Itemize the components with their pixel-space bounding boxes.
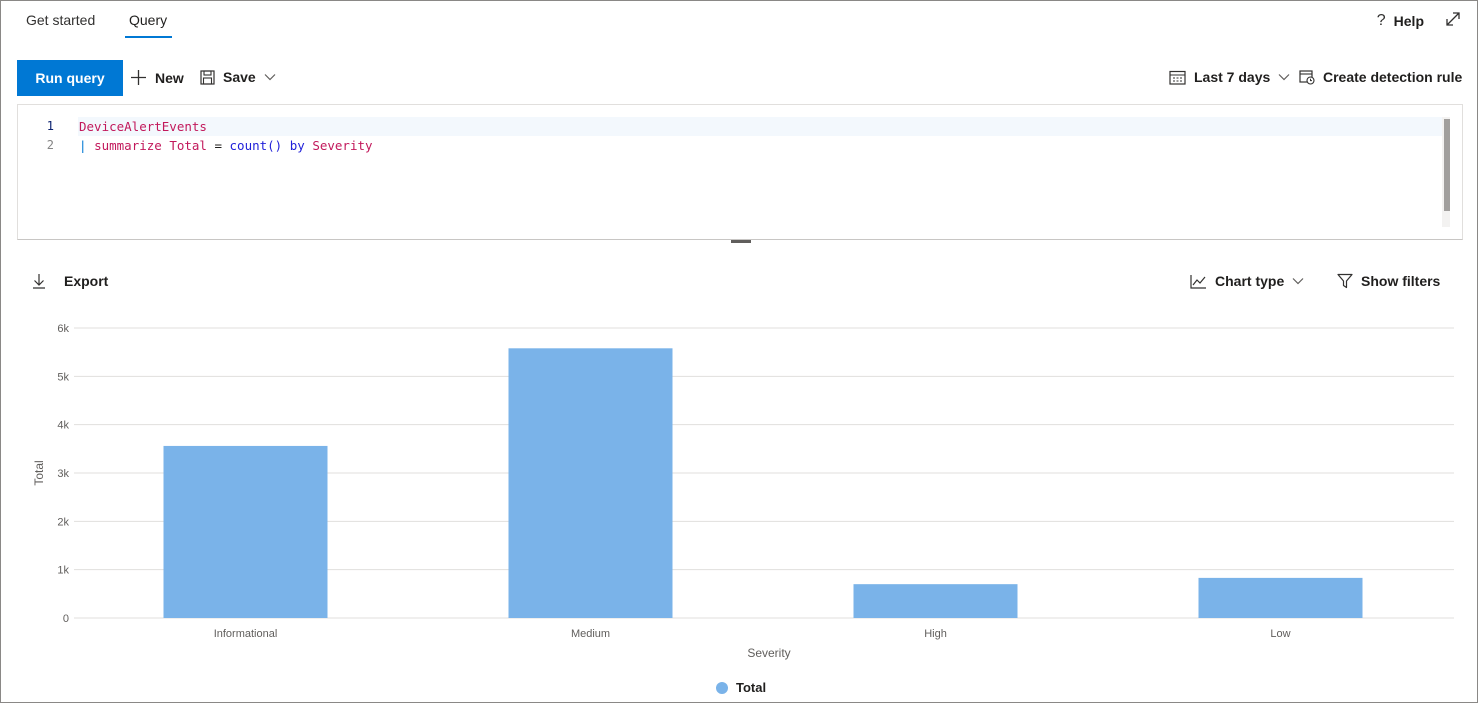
legend-label: Total: [736, 680, 767, 695]
y-tick-label: 0: [63, 613, 69, 625]
tab-get-started[interactable]: Get started: [26, 12, 95, 28]
run-query-button[interactable]: Run query: [17, 60, 123, 96]
chevron-down-icon: [264, 74, 276, 81]
chart-legend-item[interactable]: Total: [716, 680, 766, 695]
query-editor[interactable]: 1 2 DeviceAlertEvents | summarize Total …: [17, 104, 1463, 240]
editor-resize-handle[interactable]: [731, 240, 751, 243]
save-icon: [200, 69, 215, 85]
save-label: Save: [223, 69, 256, 85]
code-table-name: DeviceAlertEvents: [79, 119, 207, 134]
x-tick-label: Informational: [214, 628, 278, 640]
y-axis-title: Total: [32, 460, 46, 485]
legend-swatch: [716, 681, 728, 694]
active-tab-indicator: [125, 36, 172, 38]
y-tick-label: 5k: [57, 371, 69, 383]
chevron-down-icon: [1278, 74, 1290, 81]
line-chart-icon: [1190, 274, 1206, 289]
line-number: 1: [46, 119, 54, 133]
y-tick-label: 3k: [57, 468, 69, 480]
bar-low[interactable]: [1198, 577, 1363, 618]
new-button[interactable]: New: [130, 69, 184, 86]
code-by-keyword: by: [282, 138, 313, 153]
new-label: New: [155, 69, 184, 86]
chart-type-label: Chart type: [1215, 273, 1285, 289]
question-icon: ?: [1376, 12, 1386, 29]
current-line-highlight: [78, 117, 1442, 136]
code-column-alias: Total: [161, 138, 207, 153]
filter-icon: [1337, 273, 1353, 289]
x-tick-label: Medium: [571, 628, 610, 640]
time-range-label: Last 7 days: [1194, 69, 1271, 85]
y-tick-label: 4k: [57, 420, 69, 432]
x-tick-label: High: [924, 628, 947, 640]
code-group-column: Severity: [312, 138, 373, 153]
detection-rule-icon: [1299, 70, 1315, 85]
y-tick-label: 6k: [57, 323, 69, 335]
x-axis-title: Severity: [747, 646, 790, 660]
create-detection-rule-button[interactable]: Create detection rule: [1299, 69, 1462, 85]
tab-query[interactable]: Query: [129, 12, 167, 28]
x-tick-label: Low: [1270, 628, 1290, 640]
calendar-icon: [1169, 70, 1186, 85]
help-label: Help: [1393, 13, 1424, 29]
code-equals: =: [206, 138, 230, 153]
code-pipe: |: [79, 138, 95, 153]
plus-icon: [131, 70, 146, 85]
help-button[interactable]: ? Help: [1377, 12, 1424, 30]
detection-rule-label: Create detection rule: [1323, 69, 1463, 85]
export-label: Export: [64, 273, 109, 289]
code-line-2[interactable]: | summarize Total = count() by Severity: [79, 138, 373, 153]
bar-high[interactable]: [853, 584, 1018, 618]
line-number: 2: [46, 138, 54, 152]
show-filters-button[interactable]: Show filters: [1337, 273, 1440, 289]
expand-icon[interactable]: [1444, 10, 1462, 28]
code-line-1[interactable]: DeviceAlertEvents: [79, 119, 207, 134]
code-function: count(): [229, 138, 283, 153]
code-operator: summarize: [94, 138, 162, 153]
bar-chart: 01k2k3k4k5k6kInformational Medium High Low …: [32, 323, 1454, 660]
y-tick-label: 1k: [57, 565, 69, 577]
y-tick-label: 2k: [57, 516, 69, 528]
save-button[interactable]: Save: [200, 69, 276, 85]
bar-informational[interactable]: [163, 445, 328, 618]
chart-type-dropdown[interactable]: Chart type: [1190, 273, 1304, 289]
time-range-dropdown[interactable]: Last 7 days: [1169, 69, 1290, 85]
editor-scrollbar-thumb[interactable]: [1444, 119, 1450, 211]
export-button[interactable]: Export: [32, 273, 108, 289]
bar-medium[interactable]: [508, 348, 673, 618]
show-filters-label: Show filters: [1361, 273, 1441, 289]
chevron-down-icon: [1292, 278, 1304, 285]
download-icon: [33, 274, 45, 289]
